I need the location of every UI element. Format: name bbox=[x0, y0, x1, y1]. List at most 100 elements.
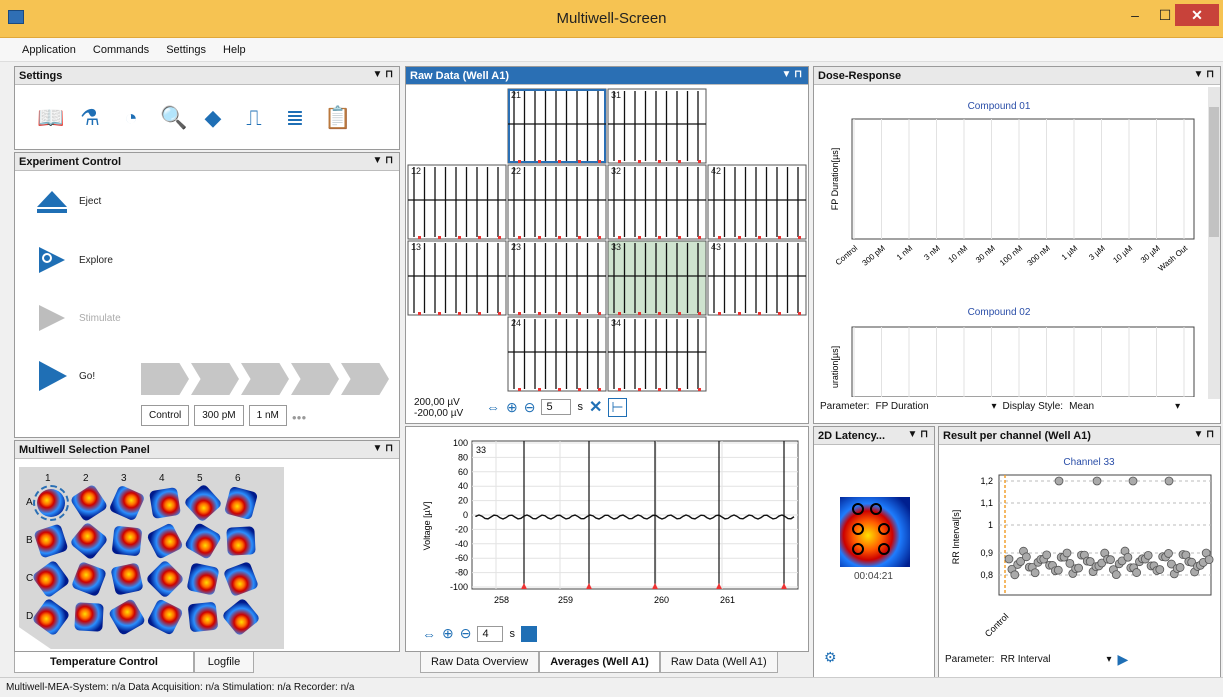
event-marker bbox=[658, 160, 661, 163]
well[interactable] bbox=[221, 597, 261, 637]
zoom-out-icon[interactable]: ⊖ bbox=[524, 399, 536, 416]
well[interactable] bbox=[33, 523, 69, 559]
panel-pin-icon[interactable]: ▼ ⊓ bbox=[908, 429, 928, 440]
menu-bar: Application Commands Settings Help bbox=[0, 38, 1223, 62]
tab-logfile[interactable]: Logfile bbox=[194, 652, 254, 673]
gear-icon[interactable]: ⚙ bbox=[824, 649, 837, 666]
well[interactable] bbox=[145, 559, 185, 599]
stop-icon[interactable] bbox=[520, 625, 537, 642]
well[interactable] bbox=[187, 601, 219, 633]
more-indicator[interactable]: ●●● bbox=[292, 405, 307, 426]
close-button[interactable]: ✕ bbox=[1175, 4, 1219, 26]
clear-icon[interactable]: ✕ bbox=[589, 397, 602, 417]
panel-pin-icon[interactable]: ▼ ⊓ bbox=[373, 69, 393, 80]
well[interactable] bbox=[183, 521, 223, 561]
zoom-in-icon[interactable]: ⊕ bbox=[442, 625, 454, 642]
dose-scrollbar[interactable] bbox=[1208, 87, 1220, 399]
parameter-select[interactable]: RR Interval bbox=[1000, 654, 1100, 665]
well[interactable] bbox=[31, 559, 71, 599]
well[interactable] bbox=[110, 562, 144, 596]
event-marker bbox=[738, 312, 741, 315]
chevron-down-icon[interactable]: ▾ bbox=[1175, 401, 1180, 412]
flask-icon[interactable]: ⚗ bbox=[78, 105, 102, 131]
event-marker bbox=[578, 312, 581, 315]
concentration-chip[interactable]: Control bbox=[141, 405, 190, 426]
menu-application[interactable]: Application bbox=[0, 38, 83, 56]
chart-pie-icon[interactable]: ◔ bbox=[119, 105, 143, 131]
tab-raw-data-overview[interactable]: Raw Data Overview bbox=[420, 652, 540, 673]
well[interactable] bbox=[74, 602, 104, 632]
well[interactable] bbox=[226, 526, 256, 556]
result-chart-title: Channel 33 bbox=[1063, 457, 1115, 468]
well[interactable] bbox=[108, 484, 146, 522]
event-marker bbox=[618, 236, 621, 239]
event-marker bbox=[518, 388, 521, 391]
tab-raw-data-well[interactable]: Raw Data (Well A1) bbox=[659, 652, 778, 673]
marker-icon[interactable]: ⊢ bbox=[608, 397, 627, 417]
tab-averages[interactable]: Averages (Well A1) bbox=[539, 652, 660, 673]
data-point bbox=[1074, 563, 1084, 573]
concentration-chip[interactable]: 1 nM bbox=[248, 405, 287, 426]
menu-commands[interactable]: Commands bbox=[86, 38, 156, 56]
display-style-select[interactable]: Mean bbox=[1069, 401, 1169, 412]
column-label: 5 bbox=[197, 473, 203, 484]
well[interactable] bbox=[146, 598, 184, 636]
panel-pin-icon[interactable]: ▼ ⊓ bbox=[1194, 429, 1214, 440]
panel-pin-icon[interactable]: ▼ ⊓ bbox=[373, 443, 393, 454]
well[interactable] bbox=[222, 560, 260, 598]
well[interactable] bbox=[186, 562, 220, 596]
scroll-thumb[interactable] bbox=[1209, 107, 1219, 237]
raw-cell-frame bbox=[507, 88, 607, 164]
well[interactable] bbox=[69, 521, 109, 561]
go-button[interactable]: Go! bbox=[35, 359, 95, 393]
event-marker bbox=[698, 312, 701, 315]
chevron-down-icon[interactable]: ▾ bbox=[991, 401, 996, 412]
panel-pin-icon[interactable]: ▼ ⊓ bbox=[1194, 69, 1214, 80]
explore-button[interactable]: Explore bbox=[35, 245, 113, 275]
well[interactable] bbox=[223, 485, 259, 521]
chevron-down-icon[interactable]: ▾ bbox=[1106, 654, 1111, 665]
raw-cell-frame bbox=[707, 240, 807, 316]
pulse-icon[interactable]: ⎍ bbox=[242, 105, 266, 131]
well[interactable] bbox=[70, 560, 108, 598]
y-tick-label: 20 bbox=[458, 496, 468, 506]
zoom-out-icon[interactable]: ⊖ bbox=[460, 625, 472, 642]
data-point bbox=[1123, 552, 1133, 562]
fit-icon[interactable]: ⇔ bbox=[486, 399, 500, 415]
parameter-select[interactable]: FP Duration bbox=[875, 401, 985, 412]
magnifier-icon[interactable]: 🔍 bbox=[160, 105, 187, 131]
time-input[interactable]: 4 bbox=[477, 625, 504, 642]
book-icon[interactable]: 📖 bbox=[37, 105, 64, 131]
eject-button[interactable]: Eject bbox=[35, 189, 101, 213]
raw-cell: 33 bbox=[607, 240, 707, 316]
event-marker bbox=[638, 160, 641, 163]
tab-temperature-control[interactable]: Temperature Control bbox=[14, 652, 194, 673]
well[interactable] bbox=[183, 483, 223, 523]
menu-settings[interactable]: Settings bbox=[159, 38, 213, 56]
time-input[interactable]: 5 bbox=[541, 399, 572, 415]
clipboard-icon[interactable]: 📋 bbox=[324, 105, 351, 131]
minimize-button[interactable]: – bbox=[1118, 4, 1152, 26]
database-icon[interactable]: ≣ bbox=[283, 105, 307, 131]
play-icon[interactable]: ▶ bbox=[1118, 651, 1129, 668]
well[interactable] bbox=[111, 525, 143, 557]
fit-icon[interactable]: ⇔ bbox=[422, 626, 436, 642]
dose-response-title: Dose-Response bbox=[818, 70, 902, 82]
concentration-chip[interactable]: 300 pM bbox=[194, 405, 244, 426]
raw-cell-label: 13 bbox=[411, 242, 421, 252]
well[interactable] bbox=[107, 597, 147, 637]
well[interactable] bbox=[33, 485, 69, 521]
well[interactable] bbox=[69, 483, 109, 523]
x-tick-label: 260 bbox=[654, 595, 669, 605]
well[interactable] bbox=[146, 522, 184, 560]
well[interactable] bbox=[31, 597, 71, 637]
eraser-icon[interactable]: ◆ bbox=[201, 105, 225, 131]
menu-help[interactable]: Help bbox=[216, 38, 253, 56]
stimulate-button[interactable]: Stimulate bbox=[35, 303, 121, 333]
dose-x-tick: 1 µM bbox=[1060, 243, 1080, 262]
panel-pin-icon[interactable]: ▼ ⊓ bbox=[782, 69, 802, 80]
well[interactable] bbox=[148, 486, 182, 520]
raw-data-grid[interactable]: 21 31 12 22 32 42 13 23 33 43 24 34 bbox=[406, 87, 808, 397]
panel-pin-icon[interactable]: ▼ ⊓ bbox=[373, 155, 393, 166]
zoom-in-icon[interactable]: ⊕ bbox=[506, 399, 518, 416]
